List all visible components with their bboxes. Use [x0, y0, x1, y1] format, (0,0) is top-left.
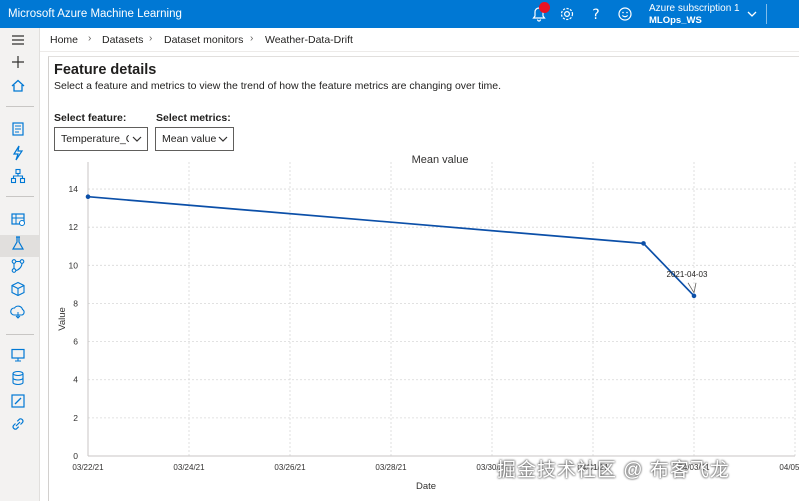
svg-text:?: ? — [592, 7, 599, 23]
designer-icon[interactable] — [9, 167, 27, 185]
nav-divider — [6, 334, 34, 335]
y-tick-label: 2 — [73, 413, 78, 423]
x-tick-label: 03/28/21 — [375, 463, 407, 472]
chevron-down-icon[interactable] — [746, 7, 758, 25]
x-tick-label: 03/26/21 — [274, 463, 306, 472]
datastores-icon[interactable] — [9, 369, 27, 387]
topbar-divider — [766, 4, 767, 24]
y-tick-label: 4 — [73, 375, 78, 385]
linked-services-icon[interactable] — [9, 415, 27, 433]
y-tick-label: 10 — [69, 260, 79, 270]
breadcrumb: Home › Datasets › Dataset monitors › Wea… — [40, 28, 799, 52]
mean-value-line-chart: 0 2 4 6 8 10 12 14 03/22/21 03/24/21 03/26/21 03/28… — [57, 154, 799, 492]
breadcrumb-dataset-monitors[interactable]: Dataset monitors — [164, 34, 243, 46]
subscription-name[interactable]: Azure subscription 1 — [649, 3, 740, 14]
chevron-down-icon — [218, 136, 228, 142]
x-axis-label: Date — [416, 481, 436, 492]
plus-icon[interactable] — [9, 53, 27, 71]
left-navigation — [0, 28, 40, 501]
top-bar: Microsoft Azure Machine Learning ? Azure… — [0, 0, 799, 28]
y-tick-label: 8 — [73, 298, 78, 308]
labeling-icon[interactable] — [9, 392, 27, 410]
x-tick-label: 03/22/21 — [72, 463, 104, 472]
page-description: Select a feature and metrics to view the… — [54, 80, 502, 92]
notebook-icon[interactable] — [9, 120, 27, 138]
chevron-right-icon: › — [149, 33, 153, 44]
y-tick-label: 0 — [73, 451, 78, 461]
chart-labels: 0 2 4 6 8 10 12 14 03/22/21 03/24/21 03/26/21 03/28… — [57, 154, 799, 492]
models-icon[interactable] — [9, 280, 27, 298]
notification-badge — [539, 2, 550, 13]
feature-dropdown[interactable]: Temperature_C — [54, 127, 148, 151]
chevron-right-icon: › — [250, 33, 254, 44]
page-title: Feature details — [54, 62, 157, 78]
endpoints-icon[interactable] — [9, 303, 27, 321]
help-icon[interactable]: ? — [587, 5, 605, 23]
compute-icon[interactable] — [9, 346, 27, 364]
breadcrumb-current: Weather-Data-Drift — [265, 34, 353, 46]
workspace-name[interactable]: MLOps_WS — [649, 15, 702, 26]
y-tick-label: 14 — [69, 184, 79, 194]
chevron-right-icon: › — [88, 33, 92, 44]
datasets-icon[interactable] — [9, 210, 27, 228]
nav-divider — [6, 196, 34, 197]
gear-icon[interactable] — [558, 5, 576, 23]
y-tick-label: 6 — [73, 337, 78, 347]
experiments-icon[interactable] — [9, 234, 27, 252]
home-icon[interactable] — [9, 77, 27, 95]
pipelines-icon[interactable] — [9, 257, 27, 275]
annotation-label: 2021-04-03 — [667, 270, 708, 279]
metrics-dropdown-value: Mean value — [162, 133, 217, 145]
x-tick-label: 03/24/21 — [173, 463, 205, 472]
x-tick-label: 04/05/21 — [779, 463, 799, 472]
chart-title: Mean value — [412, 154, 469, 166]
automl-icon[interactable] — [9, 144, 27, 162]
metrics-select-label: Select metrics: — [156, 112, 231, 124]
breadcrumb-datasets[interactable]: Datasets — [102, 34, 143, 46]
y-axis-label: Value — [57, 307, 68, 331]
chevron-down-icon — [132, 136, 142, 142]
hamburger-icon[interactable] — [9, 31, 27, 49]
data-point — [641, 241, 646, 246]
breadcrumb-home[interactable]: Home — [50, 34, 78, 46]
feature-dropdown-value: Temperature_C — [61, 133, 129, 145]
app-title[interactable]: Microsoft Azure Machine Learning — [8, 8, 182, 20]
metrics-dropdown[interactable]: Mean value — [155, 127, 234, 151]
feature-select-label: Select feature: — [54, 112, 127, 124]
watermark: 掘金技术社区 @ 布客飞龙 — [497, 460, 730, 481]
data-point — [691, 293, 697, 299]
smiley-icon[interactable] — [616, 5, 634, 23]
data-point — [85, 194, 91, 199]
y-tick-label: 12 — [69, 222, 79, 232]
nav-divider — [6, 106, 34, 107]
